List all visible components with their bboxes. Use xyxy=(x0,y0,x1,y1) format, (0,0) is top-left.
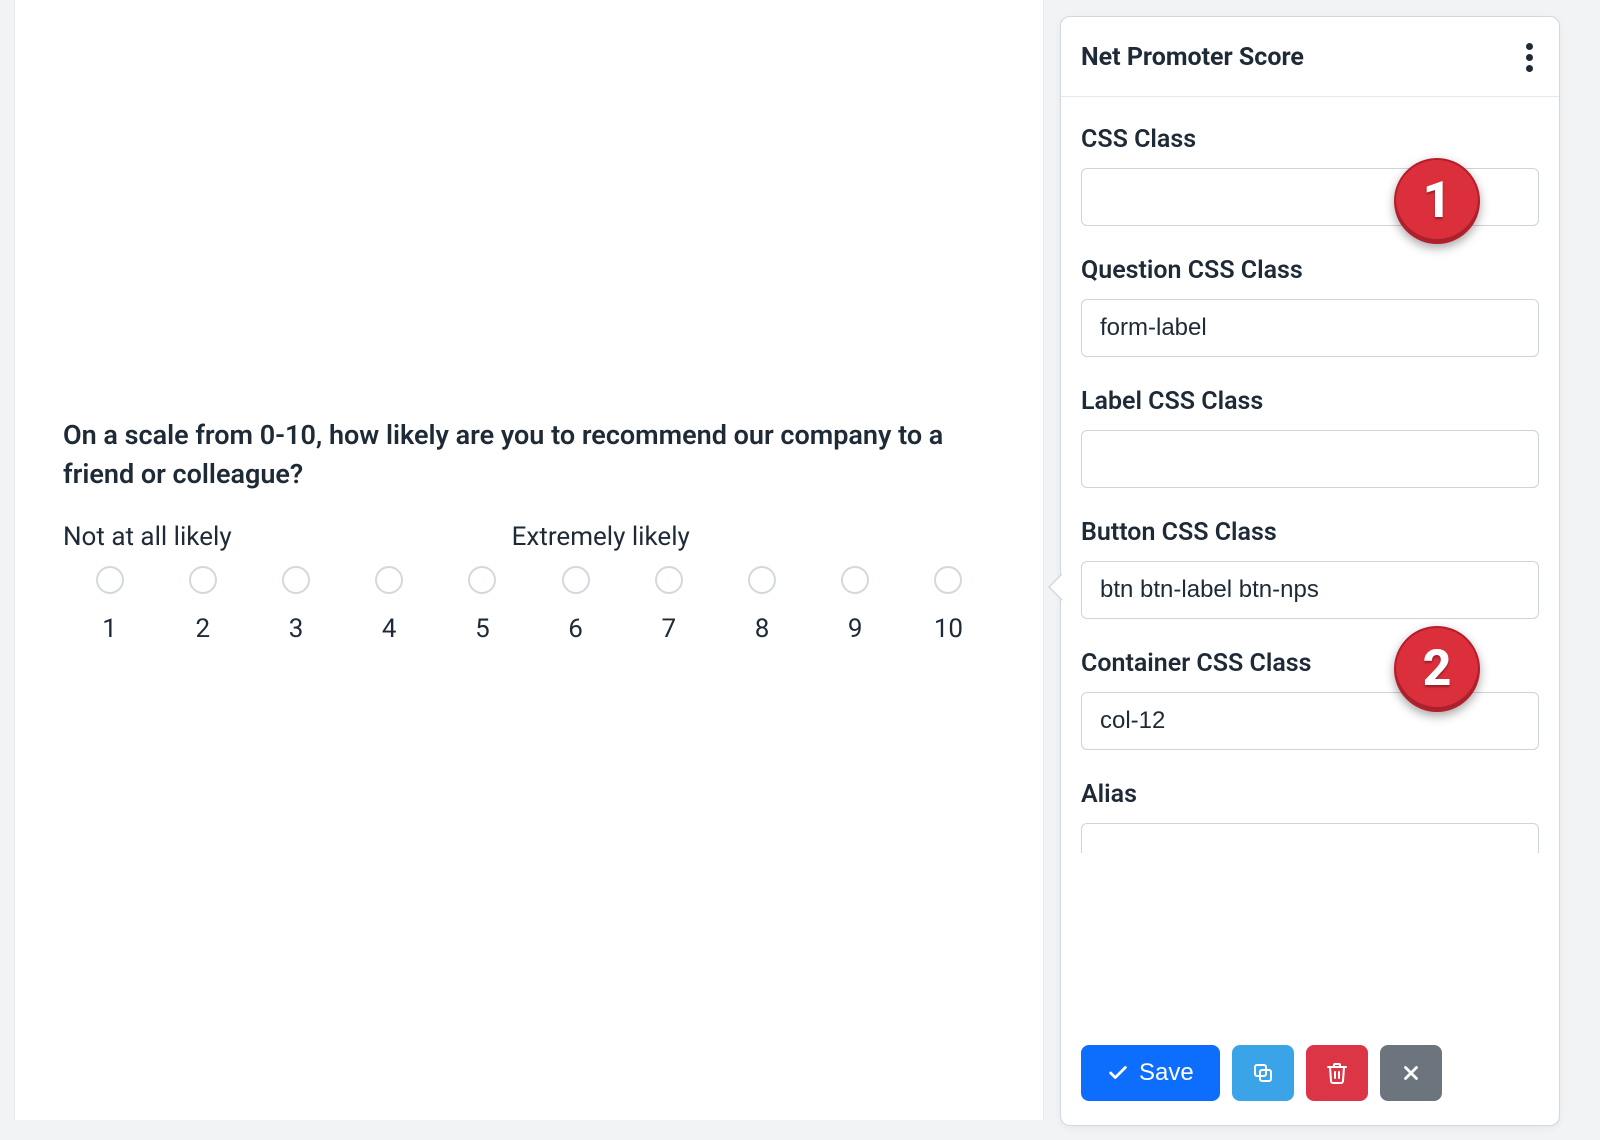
nps-option[interactable]: 1 xyxy=(63,566,156,644)
nps-option-label: 3 xyxy=(289,614,304,644)
nps-option[interactable]: 5 xyxy=(436,566,529,644)
alias-input[interactable] xyxy=(1081,823,1539,853)
nps-option-label: 6 xyxy=(568,614,583,644)
nps-label-low: Not at all likely xyxy=(63,522,232,552)
nps-option[interactable]: 2 xyxy=(156,566,249,644)
radio-icon[interactable] xyxy=(468,566,496,594)
preview-area: On a scale from 0-10, how likely are you… xyxy=(14,0,1044,1120)
panel-body: CSS Class Question CSS Class Label CSS C… xyxy=(1061,97,1559,1023)
nps-option[interactable]: 4 xyxy=(343,566,436,644)
panel-header: Net Promoter Score xyxy=(1061,17,1559,97)
radio-icon[interactable] xyxy=(282,566,310,594)
panel-footer: Save xyxy=(1061,1023,1559,1125)
annotation-callout-1: 1 xyxy=(1394,158,1480,244)
field-label-css-class: CSS Class xyxy=(1081,125,1539,154)
radio-icon[interactable] xyxy=(189,566,217,594)
copy-icon xyxy=(1251,1061,1275,1085)
nps-option-label: 5 xyxy=(475,614,490,644)
button-css-class-input[interactable] xyxy=(1081,561,1539,619)
radio-icon[interactable] xyxy=(655,566,683,594)
nps-options-row: 1 2 3 4 5 6 7 8 9 10 xyxy=(63,566,995,644)
nps-option[interactable]: 9 xyxy=(809,566,902,644)
nps-option[interactable]: 10 xyxy=(902,566,995,644)
close-button[interactable] xyxy=(1380,1045,1442,1101)
radio-icon[interactable] xyxy=(748,566,776,594)
radio-icon[interactable] xyxy=(934,566,962,594)
check-icon xyxy=(1107,1062,1129,1084)
radio-icon[interactable] xyxy=(562,566,590,594)
question-css-class-input[interactable] xyxy=(1081,299,1539,357)
radio-icon[interactable] xyxy=(96,566,124,594)
nps-question-text: On a scale from 0-10, how likely are you… xyxy=(63,416,995,494)
label-css-class-input[interactable] xyxy=(1081,430,1539,488)
nps-option-label: 1 xyxy=(102,614,117,644)
annotation-callout-2: 2 xyxy=(1394,626,1480,712)
panel-title: Net Promoter Score xyxy=(1081,43,1304,72)
nps-option[interactable]: 7 xyxy=(622,566,715,644)
more-options-icon[interactable] xyxy=(1520,37,1539,78)
nps-option-label: 4 xyxy=(382,614,397,644)
trash-icon xyxy=(1325,1061,1349,1085)
radio-icon[interactable] xyxy=(375,566,403,594)
save-button-label: Save xyxy=(1139,1059,1194,1087)
container-css-class-input[interactable] xyxy=(1081,692,1539,750)
nps-option-label: 7 xyxy=(662,614,677,644)
field-label-alias: Alias xyxy=(1081,780,1539,809)
nps-option[interactable]: 3 xyxy=(249,566,342,644)
field-label-question-css-class: Question CSS Class xyxy=(1081,256,1539,285)
nps-option-label: 2 xyxy=(195,614,210,644)
field-label-label-css-class: Label CSS Class xyxy=(1081,387,1539,416)
nps-scale-labels: Not at all likely Extremely likely xyxy=(63,522,995,552)
close-icon xyxy=(1400,1062,1422,1084)
nps-option-label: 10 xyxy=(934,614,963,644)
nps-label-high: Extremely likely xyxy=(512,522,690,552)
nps-option-label: 8 xyxy=(755,614,770,644)
nps-option[interactable]: 6 xyxy=(529,566,622,644)
delete-button[interactable] xyxy=(1306,1045,1368,1101)
nps-option[interactable]: 8 xyxy=(715,566,808,644)
properties-panel: Net Promoter Score CSS Class Question CS… xyxy=(1060,16,1560,1126)
nps-option-label: 9 xyxy=(848,614,863,644)
save-button[interactable]: Save xyxy=(1081,1045,1220,1101)
radio-icon[interactable] xyxy=(841,566,869,594)
field-label-button-css-class: Button CSS Class xyxy=(1081,518,1539,547)
copy-button[interactable] xyxy=(1232,1045,1294,1101)
